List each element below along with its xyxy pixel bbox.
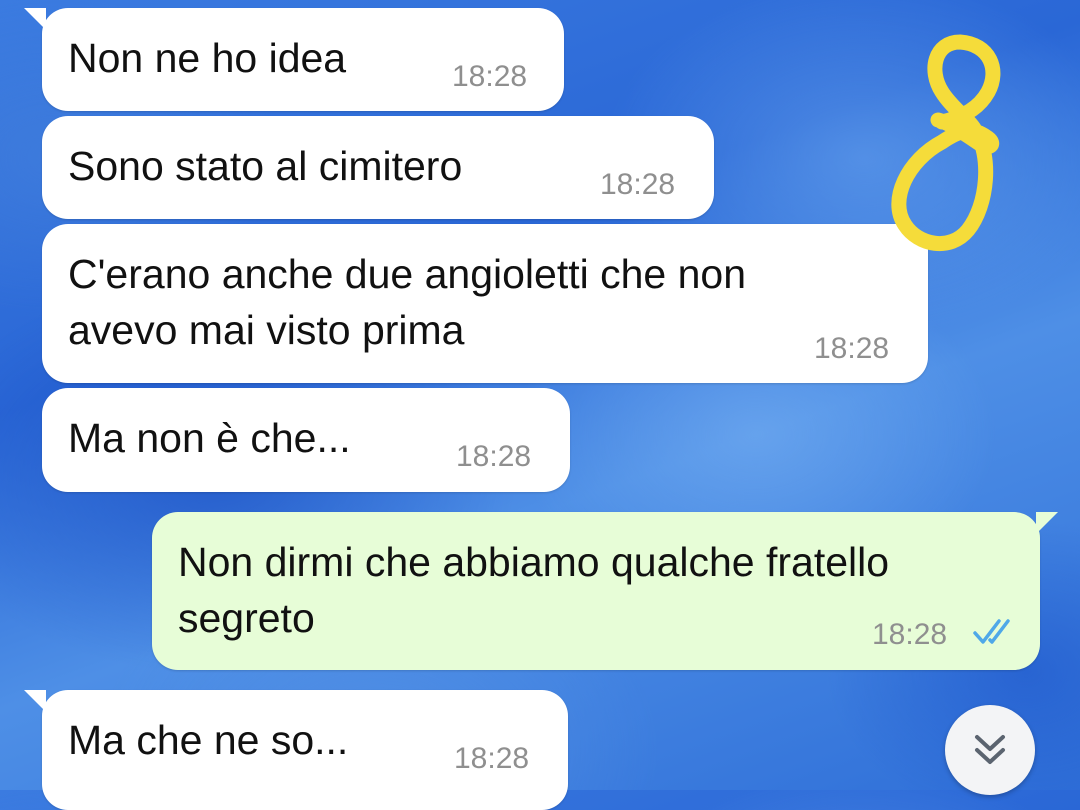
message-text-line: C'erano anche due angioletti che non — [68, 251, 747, 297]
message-bubble-incoming[interactable]: Ma non è che... 18:28 — [42, 388, 570, 492]
message-text-line: Non dirmi che abbiamo qualche fratello — [178, 539, 890, 585]
message-time: 18:28 — [452, 60, 528, 93]
message-bubble-incoming[interactable]: Sono stato al cimitero 18:28 — [42, 116, 714, 219]
message-text: Sono stato al cimitero — [68, 143, 463, 189]
message-bubble-incoming[interactable]: C'erano anche due angioletti che non ave… — [42, 224, 928, 383]
message-time: 18:28 — [814, 332, 890, 365]
scroll-to-bottom-button[interactable] — [945, 705, 1035, 795]
message-text: Ma non è che... — [68, 415, 351, 461]
yellow-loop-doodle — [891, 34, 1001, 251]
chat-area: Non ne ho idea 18:28 Sono stato al cimit… — [0, 0, 1080, 810]
message-bubble-incoming[interactable]: Non ne ho idea 18:28 — [24, 8, 564, 111]
double-chevron-down-icon — [975, 735, 1005, 764]
message-text-line: segreto — [178, 595, 315, 641]
message-time: 18:28 — [454, 742, 530, 775]
message-text: Non ne ho idea — [68, 35, 347, 81]
bubble-tail — [24, 690, 46, 712]
message-text: Ma che ne so... — [68, 717, 349, 763]
message-time: 18:28 — [456, 440, 532, 473]
bubble-tail — [24, 8, 46, 30]
message-bubble-incoming[interactable]: Ma che ne so... 18:28 — [24, 690, 568, 810]
double-check-icon — [972, 616, 1018, 646]
message-time: 18:28 — [600, 168, 676, 201]
bubble-tail — [1036, 512, 1058, 534]
message-text-line: avevo mai visto prima — [68, 307, 465, 353]
message-bubble-outgoing[interactable]: Non dirmi che abbiamo qualche fratello s… — [152, 512, 1058, 670]
message-time: 18:28 — [872, 618, 948, 651]
